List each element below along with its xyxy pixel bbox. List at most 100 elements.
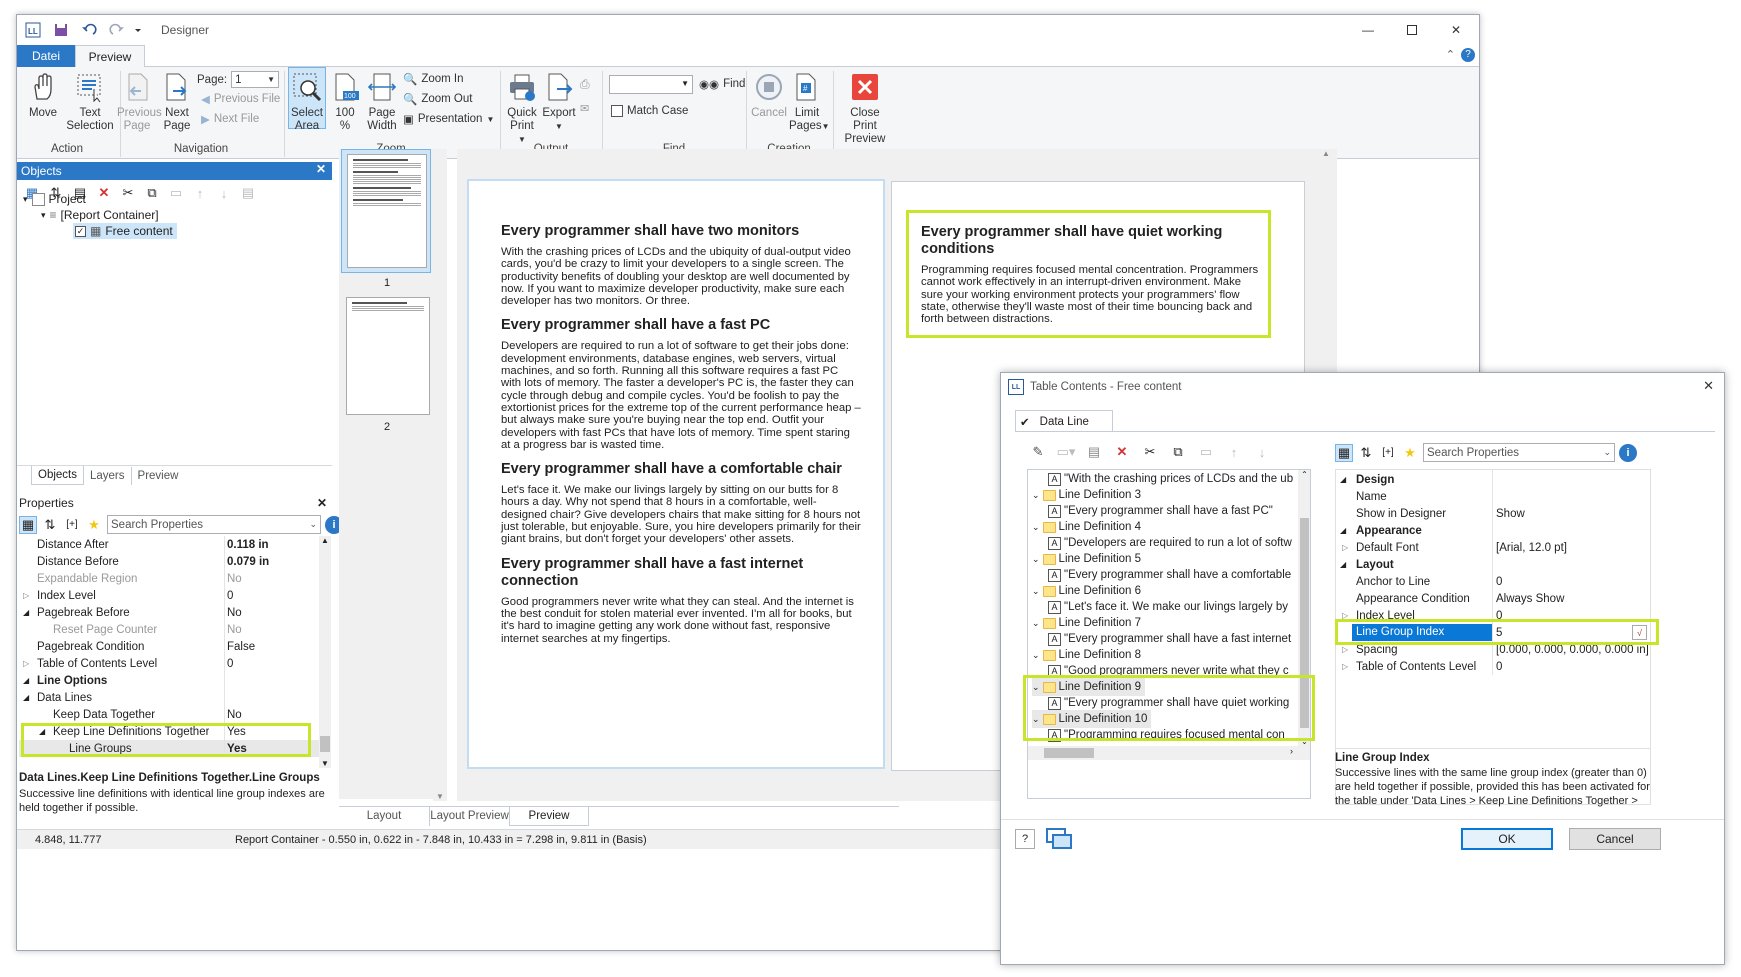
dialog-close-icon[interactable]: ✕ bbox=[1703, 378, 1714, 394]
prop-row[interactable]: ▷ Table of Contents Level 0 bbox=[19, 655, 331, 672]
prop-row[interactable]: Show in Designer Show bbox=[1336, 505, 1650, 522]
page-width-button[interactable]: Page Width bbox=[365, 71, 399, 133]
prop-row[interactable]: ▷ Index Level 0 bbox=[19, 587, 331, 604]
minimize-icon[interactable]: — bbox=[1345, 15, 1391, 45]
tab-data-line[interactable]: ✔ Data Line bbox=[1015, 410, 1113, 432]
prop-category[interactable]: ◢ Design bbox=[1336, 471, 1650, 488]
prop-row[interactable]: ▷ Table of Contents Level 0 bbox=[1336, 658, 1650, 675]
favorites-star-icon[interactable]: ★ bbox=[85, 516, 103, 534]
categorized-icon[interactable]: ▦ bbox=[1335, 443, 1353, 462]
insert-icon[interactable]: ▭▾ bbox=[1057, 443, 1076, 461]
thumbnail-scrollbar[interactable]: ▼ bbox=[433, 149, 447, 801]
find-button[interactable]: ◉◉ Find bbox=[699, 77, 745, 91]
dialog-properties-search-input[interactable]: Search Properties ⌄ bbox=[1423, 443, 1615, 462]
send-icon[interactable]: ✉ bbox=[580, 102, 589, 115]
move-up-icon[interactable]: ↑ bbox=[191, 184, 209, 202]
quick-print-button[interactable]: Quick Print ▼ bbox=[505, 71, 539, 146]
tree-item-free-content[interactable]: ✓ ▦ Free content bbox=[73, 223, 177, 239]
quick-access-dropdown-icon[interactable] bbox=[133, 18, 143, 42]
move-up-icon[interactable]: ↑ bbox=[1225, 443, 1243, 461]
prop-row[interactable]: ◢ Pagebreak Before No bbox=[19, 604, 331, 621]
paste-icon[interactable]: ▭ bbox=[167, 184, 185, 202]
save-icon[interactable] bbox=[49, 18, 73, 42]
zoom-out-button[interactable]: 🔍 Zoom Out bbox=[403, 92, 472, 106]
prop-row[interactable]: Appearance Condition Always Show bbox=[1336, 590, 1650, 607]
prop-row[interactable]: Distance Before 0.079 in bbox=[19, 553, 331, 570]
tab-layers[interactable]: Layers bbox=[84, 467, 131, 485]
prop-row-selected[interactable]: Line Groups Yes bbox=[19, 740, 331, 757]
tab-object-preview[interactable]: Preview bbox=[130, 466, 185, 485]
copy-icon[interactable]: ⧉ bbox=[1169, 443, 1187, 461]
help-icon[interactable]: ? bbox=[1461, 48, 1475, 62]
tree-vertical-scrollbar[interactable]: ⌃ ⌄ bbox=[1298, 470, 1310, 746]
checkbox-icon[interactable]: ✓ bbox=[75, 225, 86, 237]
text-selection-button[interactable]: Text Selection bbox=[65, 71, 115, 133]
prop-row[interactable]: ◢ Keep Line Definitions Together Yes bbox=[19, 723, 331, 740]
info-icon[interactable]: i bbox=[1619, 443, 1637, 462]
thumbnail-page-1[interactable] bbox=[341, 149, 431, 273]
select-area-button[interactable]: Select Area bbox=[288, 67, 326, 132]
tab-objects[interactable]: Objects bbox=[31, 466, 84, 485]
prop-row[interactable]: Anchor to Line 0 bbox=[1336, 573, 1650, 590]
move-down-icon[interactable]: ↓ bbox=[215, 184, 233, 202]
prop-row[interactable]: Distance After 0.118 in bbox=[19, 536, 331, 553]
collapse-ribbon-icon[interactable]: ⌃ bbox=[1446, 48, 1455, 61]
move-down-icon[interactable]: ↓ bbox=[1253, 443, 1271, 461]
find-input[interactable]: ▼ bbox=[609, 75, 693, 94]
close-objects-panel-icon[interactable]: ✕ bbox=[316, 162, 326, 176]
layout-icon[interactable]: ▤ bbox=[239, 184, 257, 202]
maximize-icon[interactable] bbox=[1389, 15, 1435, 45]
prop-row[interactable]: Keep Data Together No bbox=[19, 706, 331, 723]
prop-row[interactable]: ▷ Index Level 0 bbox=[1336, 607, 1650, 624]
cut-icon[interactable]: ✂ bbox=[1141, 443, 1159, 461]
undo-icon[interactable] bbox=[77, 18, 101, 42]
close-window-icon[interactable]: ✕ bbox=[1433, 15, 1479, 45]
paste-icon[interactable]: ▭ bbox=[1197, 443, 1215, 461]
prop-category[interactable]: ◢ Line Options bbox=[19, 672, 331, 689]
prop-category[interactable]: ◢ Layout bbox=[1336, 556, 1650, 573]
copy-icon[interactable]: ⧉ bbox=[143, 184, 161, 202]
ok-button[interactable]: OK bbox=[1461, 828, 1553, 850]
zoom-100-button[interactable]: 100 100% bbox=[330, 71, 360, 133]
prop-row[interactable]: Name bbox=[1336, 488, 1650, 505]
properties-icon[interactable]: ▤ bbox=[1085, 443, 1103, 461]
zoom-in-button[interactable]: 🔍 Zoom In bbox=[403, 72, 464, 86]
properties-scrollbar[interactable]: ▲ ▼ bbox=[319, 536, 331, 768]
match-case-checkbox[interactable]: Match Case bbox=[611, 105, 688, 117]
cancel-button[interactable]: Cancel bbox=[1569, 828, 1661, 850]
categorized-icon[interactable]: ▦ bbox=[19, 515, 37, 534]
close-properties-panel-icon[interactable]: ✕ bbox=[317, 496, 327, 510]
favorites-star-icon[interactable]: ★ bbox=[1401, 444, 1419, 462]
prop-category[interactable]: ◢ Appearance bbox=[1336, 522, 1650, 539]
tree-item-project[interactable]: ▾ Project bbox=[23, 192, 86, 206]
prop-row[interactable]: ▷ Default Font [Arial, 12.0 pt] bbox=[1336, 539, 1650, 556]
help-question-icon[interactable]: ? bbox=[1015, 829, 1035, 849]
tab-datei[interactable]: Datei bbox=[17, 45, 75, 67]
prop-row-selected[interactable]: Line Group Index 5 √ bbox=[1336, 624, 1650, 641]
cut-icon[interactable]: ✂ bbox=[119, 184, 137, 202]
tab-layout-preview[interactable]: Layout Preview bbox=[429, 807, 509, 826]
cancel-creation-button[interactable]: Cancel bbox=[751, 71, 787, 120]
sort-alpha-icon[interactable]: ⇅ bbox=[41, 516, 59, 534]
properties-search-input[interactable]: Search Properties ⌄ bbox=[107, 515, 321, 534]
page-number-input[interactable]: 1 ▼ bbox=[231, 71, 280, 88]
tree-item-report-container[interactable]: ▾ ≡ [Report Container] bbox=[41, 208, 159, 222]
formula-icon[interactable]: √ bbox=[1632, 625, 1647, 640]
prop-row[interactable]: Expandable Region No bbox=[19, 570, 331, 587]
wand-icon[interactable]: ✎ bbox=[1029, 443, 1047, 461]
previous-file-button[interactable]: ◀ Previous File bbox=[201, 92, 280, 106]
close-print-preview-button[interactable]: Close Print Preview bbox=[837, 71, 893, 146]
expand-all-icon[interactable]: [+] bbox=[1379, 444, 1397, 462]
delete-icon[interactable]: ✕ bbox=[95, 184, 113, 202]
print-icon[interactable]: ⎙ bbox=[580, 77, 590, 92]
redo-icon[interactable] bbox=[105, 18, 129, 42]
prop-row[interactable]: Pagebreak Condition False bbox=[19, 638, 331, 655]
tab-layout[interactable]: Layout bbox=[339, 807, 429, 826]
delete-icon[interactable]: ✕ bbox=[1113, 443, 1131, 461]
previous-page-button[interactable]: Previous Page bbox=[117, 71, 162, 133]
prop-row[interactable]: Reset Page Counter No bbox=[19, 621, 331, 638]
windows-icon[interactable] bbox=[1045, 827, 1073, 851]
tree-horizontal-scrollbar[interactable]: › bbox=[1028, 746, 1310, 760]
move-button[interactable]: Move bbox=[23, 71, 63, 120]
next-file-button[interactable]: ▶ Next File bbox=[201, 112, 259, 126]
